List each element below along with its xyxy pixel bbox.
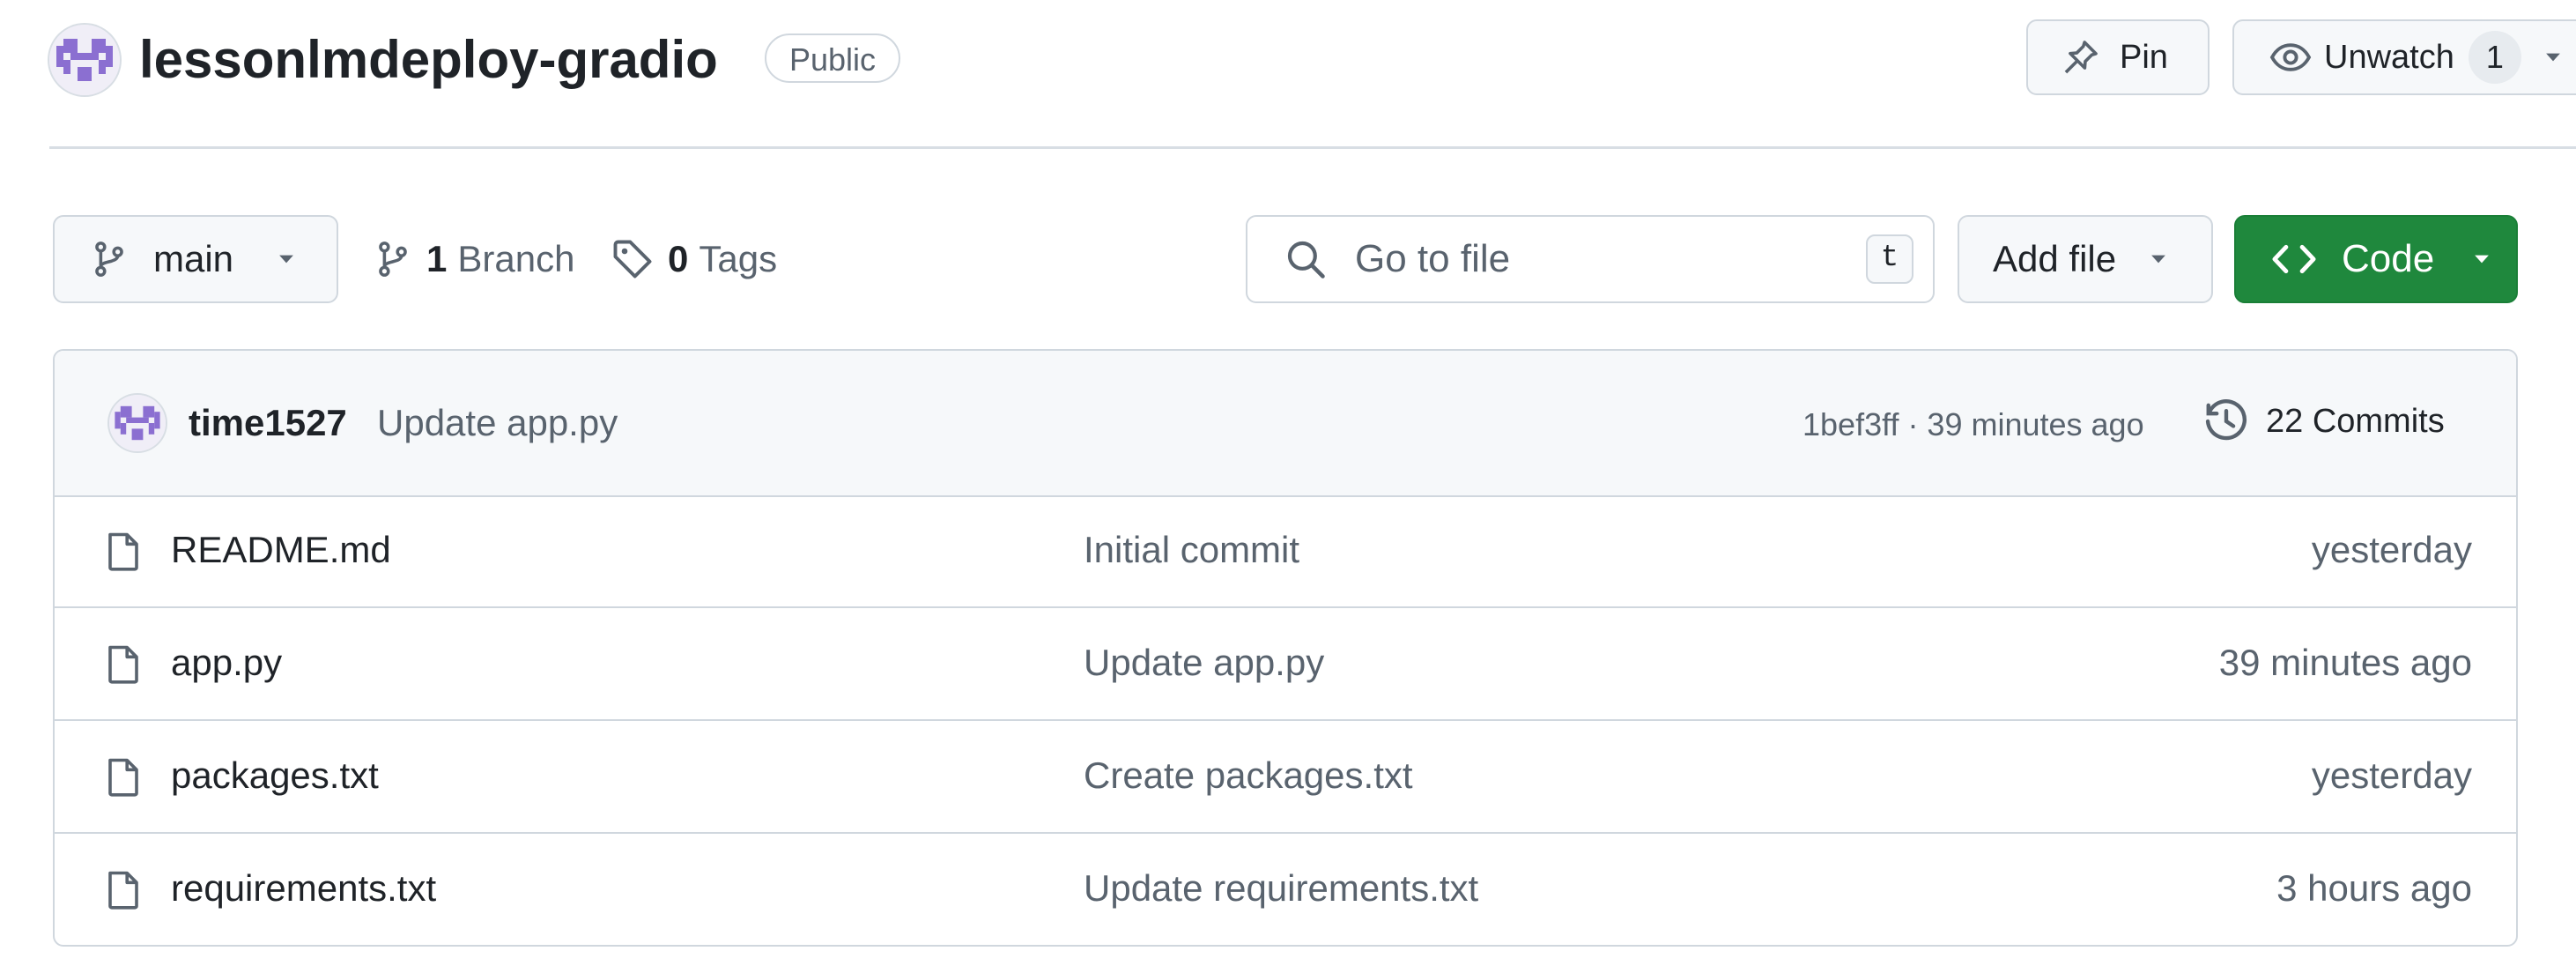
code-icon <box>2272 244 2316 274</box>
file-commit-message[interactable]: Create packages.txt <box>1084 751 1413 800</box>
commits-history-link[interactable]: 22 Commits <box>2202 395 2445 448</box>
file-icon <box>108 532 138 571</box>
code-button[interactable]: Code <box>2234 215 2518 303</box>
watch-count: 1 <box>2468 31 2521 84</box>
tag-icon <box>613 240 652 279</box>
file-icon <box>108 645 138 684</box>
caret-down-icon <box>2475 255 2490 264</box>
branch-count: 1 <box>426 238 448 279</box>
branch-select-button[interactable]: main <box>53 215 338 303</box>
file-row[interactable]: packages.txt Create packages.txt yesterd… <box>55 721 2516 834</box>
watch-button[interactable]: Unwatch 1 <box>2232 19 2576 95</box>
pin-label: Pin <box>2120 38 2168 76</box>
visibility-badge: Public <box>765 33 901 83</box>
repo-name-link[interactable]: lessonlmdeploy-gradio <box>139 25 718 95</box>
search-icon <box>1287 241 1325 279</box>
file-commit-message[interactable]: Initial commit <box>1084 525 1299 575</box>
shortcut-key: t <box>1866 234 1913 284</box>
tags-link[interactable]: 0 Tags <box>611 231 777 287</box>
file-row[interactable]: app.py Update app.py 39 minutes ago <box>55 608 2516 721</box>
latest-commit-bar: time1527 Update app.py 1bef3ff · 39 minu… <box>55 351 2516 497</box>
caret-down-icon <box>2545 53 2560 62</box>
code-label: Code <box>2342 237 2435 280</box>
pin-button[interactable]: Pin <box>2026 19 2210 95</box>
caret-down-icon <box>279 255 293 264</box>
file-row[interactable]: requirements.txt Update requirements.txt… <box>55 834 2516 945</box>
file-table: time1527 Update app.py 1bef3ff · 39 minu… <box>53 349 2518 947</box>
eye-icon <box>2269 43 2312 71</box>
file-name-link[interactable]: requirements.txt <box>171 864 436 913</box>
file-name-link[interactable]: app.py <box>171 638 282 687</box>
commit-hash-time[interactable]: 1bef3ff · 39 minutes ago <box>1802 402 2144 448</box>
branch-label: Branch <box>457 238 575 279</box>
history-icon <box>2205 399 2247 441</box>
header-divider <box>49 146 2576 149</box>
commit-message-link[interactable]: Update app.py <box>377 398 618 448</box>
caret-down-icon <box>2151 255 2165 264</box>
branch-name: main <box>153 238 234 279</box>
file-row[interactable]: README.md Initial commit yesterday <box>55 495 2516 608</box>
identicon-avatar-icon <box>49 25 120 95</box>
file-commit-message[interactable]: Update requirements.txt <box>1084 864 1478 913</box>
go-to-file-search[interactable]: t <box>1246 215 1935 303</box>
add-file-label: Add file <box>1993 238 2117 279</box>
file-commit-message[interactable]: Update app.py <box>1084 638 1324 687</box>
identicon-avatar-icon <box>109 395 166 451</box>
pin-icon <box>2064 41 2098 74</box>
file-name-link[interactable]: README.md <box>171 525 391 575</box>
tag-count: 0 <box>668 238 689 279</box>
file-icon <box>108 758 138 797</box>
repo-avatar[interactable] <box>49 25 120 95</box>
author-avatar[interactable] <box>109 395 166 451</box>
git-branch-icon <box>379 242 407 277</box>
branches-link[interactable]: 1 Branch <box>374 231 574 287</box>
git-branch-icon <box>95 242 123 277</box>
watch-label: Unwatch <box>2324 38 2454 76</box>
commits-count: 22 Commits <box>2266 403 2445 440</box>
tag-label: Tags <box>699 238 778 279</box>
file-commit-date: yesterday <box>2311 529 2472 570</box>
file-icon <box>108 871 138 910</box>
file-commit-date: 39 minutes ago <box>2218 642 2472 683</box>
go-to-file-input[interactable] <box>1353 236 1850 282</box>
file-commit-date: yesterday <box>2311 754 2472 796</box>
file-name-link[interactable]: packages.txt <box>171 751 379 800</box>
add-file-button[interactable]: Add file <box>1958 215 2213 303</box>
file-commit-date: 3 hours ago <box>2276 867 2472 909</box>
commit-author-link[interactable]: time1527 <box>189 398 347 448</box>
